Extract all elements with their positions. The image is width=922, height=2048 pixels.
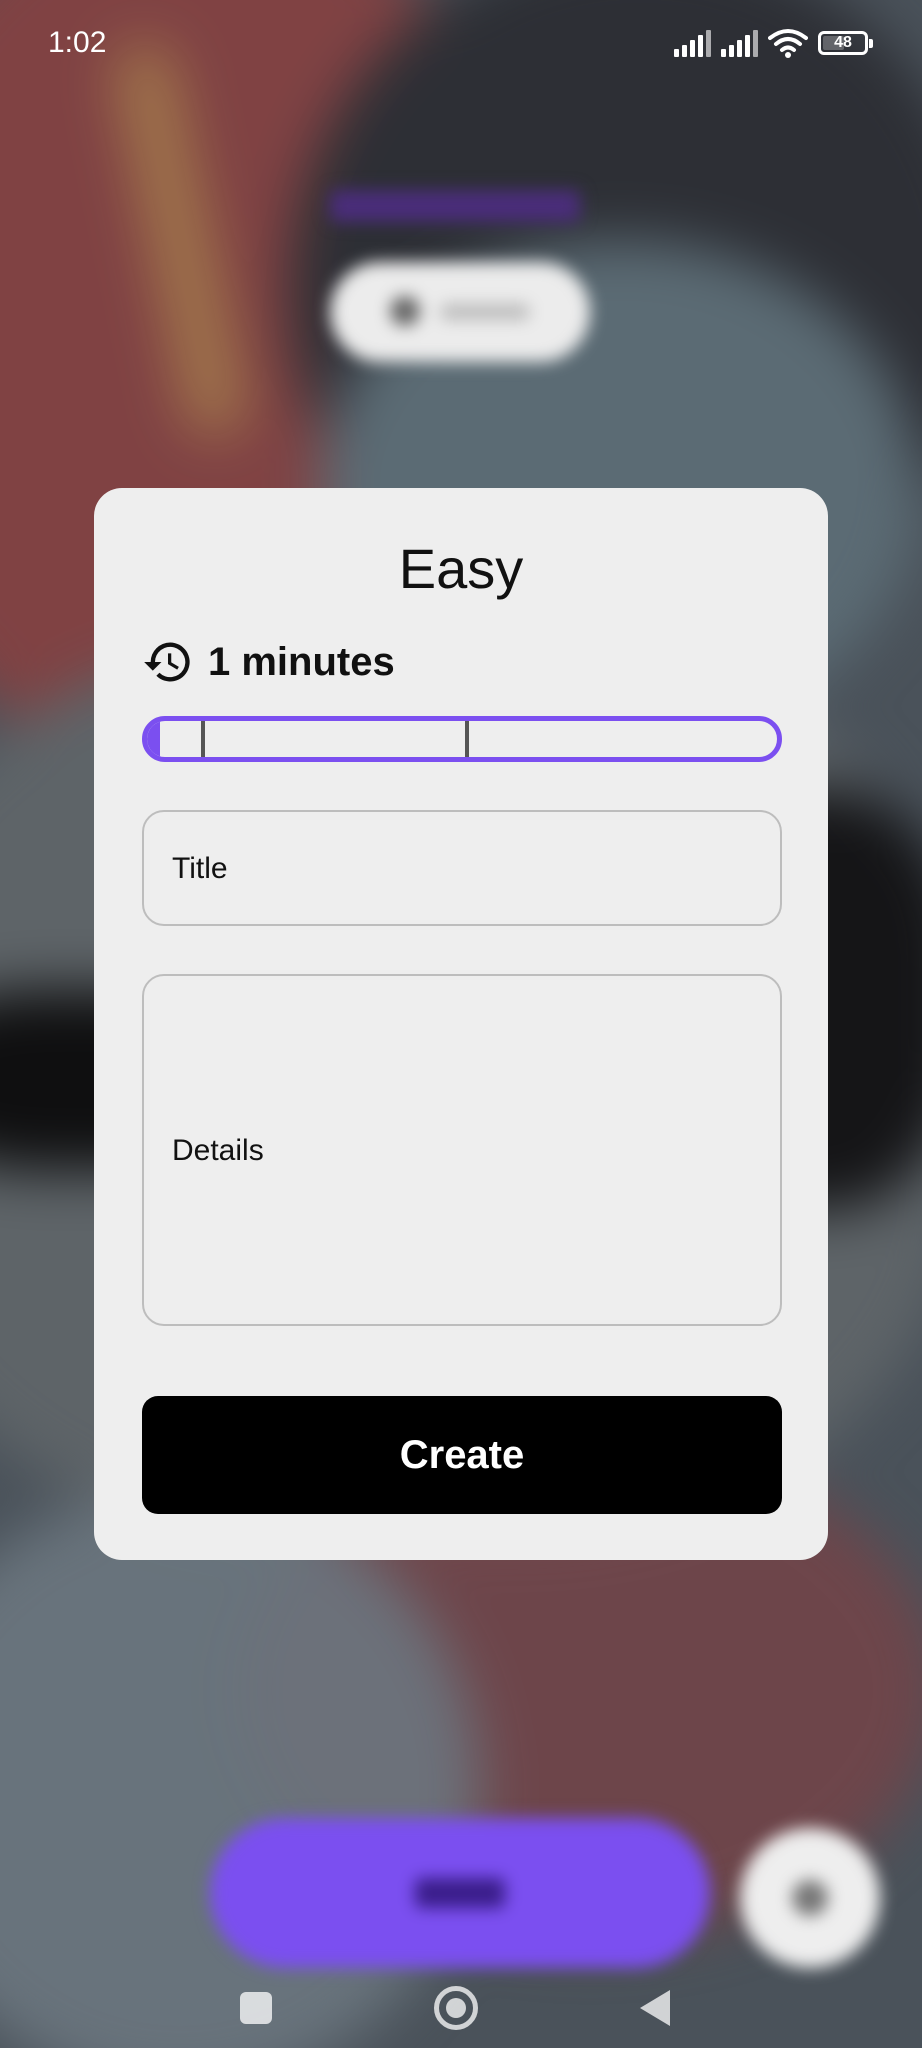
create-task-dialog: Easy 1 minutes Title Details Create bbox=[94, 488, 828, 1560]
background-circle-button bbox=[740, 1828, 880, 1968]
wifi-icon bbox=[768, 29, 808, 58]
navigation-bar bbox=[0, 1980, 922, 2048]
details-input[interactable]: Details bbox=[142, 974, 782, 1326]
status-icons: 48 bbox=[674, 28, 873, 58]
screen: 1:02 48 Easy 1 minutes Title Details Cre… bbox=[0, 0, 922, 2048]
status-bar: 1:02 48 bbox=[0, 0, 922, 90]
status-time: 1:02 bbox=[48, 26, 107, 59]
background-pill bbox=[330, 262, 590, 362]
history-icon bbox=[144, 642, 190, 682]
slider-tick bbox=[465, 721, 469, 757]
home-button[interactable] bbox=[434, 1986, 478, 2030]
duration-row: 1 minutes bbox=[142, 636, 395, 688]
background-start-button bbox=[210, 1818, 710, 1968]
title-input[interactable]: Title bbox=[142, 810, 782, 926]
signal-2-icon bbox=[721, 29, 758, 57]
dialog-title: Easy bbox=[398, 537, 524, 600]
battery-icon: 48 bbox=[818, 31, 873, 55]
details-placeholder: Details bbox=[172, 1134, 264, 1167]
slider-fill bbox=[147, 721, 160, 757]
background-title bbox=[330, 190, 580, 222]
title-placeholder: Title bbox=[172, 852, 228, 885]
duration-slider[interactable] bbox=[142, 716, 782, 762]
battery-level: 48 bbox=[834, 34, 852, 51]
slider-tick bbox=[201, 721, 205, 757]
recent-apps-button[interactable] bbox=[240, 1992, 272, 2024]
signal-1-icon bbox=[674, 29, 711, 57]
create-button[interactable]: Create bbox=[142, 1396, 782, 1514]
back-button[interactable] bbox=[640, 1990, 670, 2026]
duration-label: 1 minutes bbox=[208, 639, 395, 684]
